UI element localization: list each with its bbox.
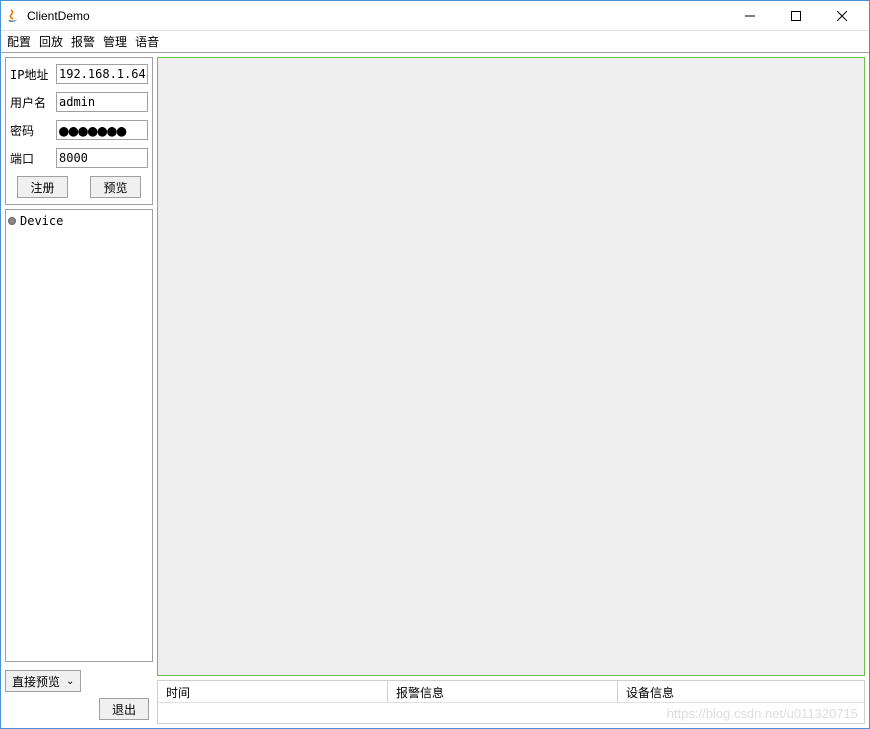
preview-pane[interactable]: [157, 57, 865, 676]
bottom-controls: 直接预览 ⌄ 退出: [5, 666, 153, 724]
minimize-button[interactable]: [727, 1, 773, 31]
menu-playback[interactable]: 回放: [39, 33, 63, 50]
col-device[interactable]: 设备信息: [618, 681, 864, 703]
preview-button[interactable]: 预览: [90, 176, 140, 198]
tree-root-node[interactable]: Device: [8, 214, 150, 228]
tree-root-label: Device: [20, 214, 63, 228]
password-input[interactable]: [56, 120, 148, 140]
user-label: 用户名: [10, 94, 56, 111]
main-area: 时间 报警信息 设备信息: [157, 57, 865, 724]
register-button[interactable]: 注册: [17, 176, 67, 198]
preview-mode-label: 直接预览: [12, 673, 60, 690]
login-form: IP地址 用户名 密码 端口 注册 预览: [5, 57, 153, 205]
menubar: 配置 回放 报警 管理 语音: [1, 31, 869, 53]
device-node-icon: [8, 217, 16, 225]
col-time[interactable]: 时间: [158, 681, 388, 703]
port-label: 端口: [10, 150, 56, 167]
menu-manage[interactable]: 管理: [103, 33, 127, 50]
preview-mode-dropdown[interactable]: 直接预览 ⌄: [5, 670, 81, 692]
table-header: 时间 报警信息 设备信息: [158, 681, 864, 703]
close-button[interactable]: [819, 1, 865, 31]
table-body: [158, 703, 864, 723]
window-title: ClientDemo: [27, 9, 727, 23]
col-alarm[interactable]: 报警信息: [388, 681, 618, 703]
port-input[interactable]: [56, 148, 148, 168]
user-input[interactable]: [56, 92, 148, 112]
maximize-button[interactable]: [773, 1, 819, 31]
chevron-down-icon: ⌄: [66, 676, 74, 687]
java-icon: [5, 8, 21, 24]
menu-alarm[interactable]: 报警: [71, 33, 95, 50]
titlebar: ClientDemo: [1, 1, 869, 31]
menu-voice[interactable]: 语音: [135, 33, 159, 50]
ip-label: IP地址: [10, 66, 56, 83]
device-tree[interactable]: Device: [5, 209, 153, 662]
alarm-table: 时间 报警信息 设备信息: [157, 680, 865, 724]
exit-button[interactable]: 退出: [99, 698, 149, 720]
password-label: 密码: [10, 122, 56, 139]
menu-config[interactable]: 配置: [7, 33, 31, 50]
window-controls: [727, 1, 865, 31]
client-area: IP地址 用户名 密码 端口 注册 预览 Device: [1, 53, 869, 728]
sidebar: IP地址 用户名 密码 端口 注册 预览 Device: [5, 57, 153, 724]
ip-input[interactable]: [56, 64, 148, 84]
